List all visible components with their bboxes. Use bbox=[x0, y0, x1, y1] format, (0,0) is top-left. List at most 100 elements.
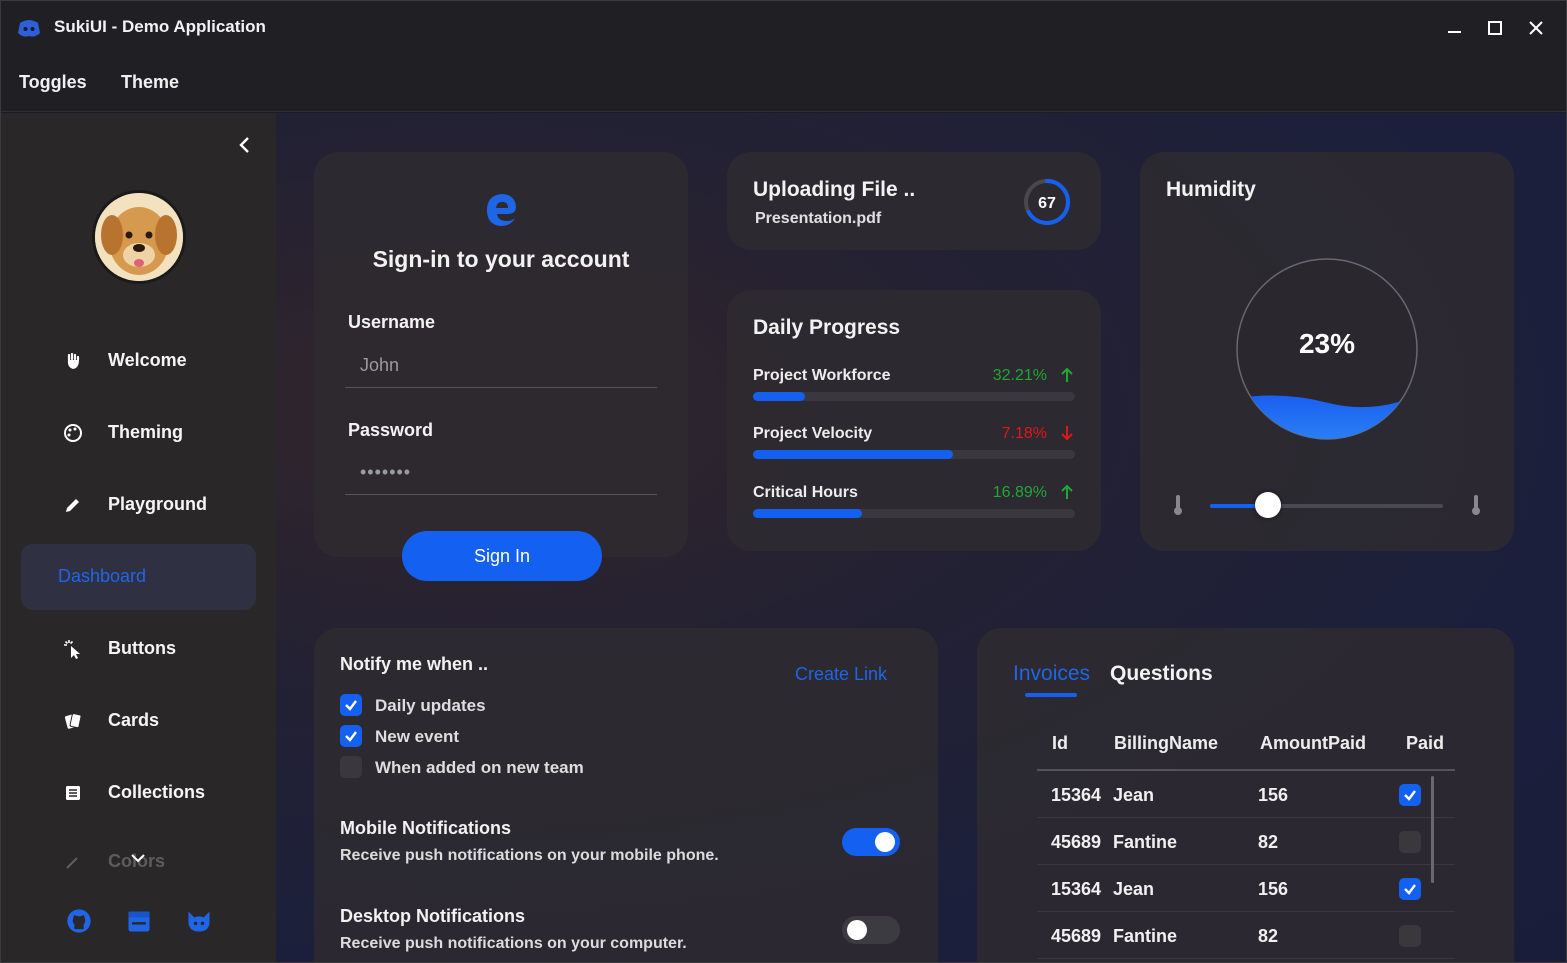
sidebar-item-welcome[interactable]: Welcome bbox=[21, 328, 256, 394]
notify-card: Notify me when .. Create Link Daily upda… bbox=[314, 628, 938, 962]
menu-toggles[interactable]: Toggles bbox=[19, 72, 87, 93]
hand-icon bbox=[67, 352, 80, 369]
upload-progress-value: 67 bbox=[1038, 195, 1056, 212]
cell-amount-paid: 156 bbox=[1258, 879, 1289, 899]
progress-row: Project Workforce 32.21% bbox=[753, 367, 1075, 407]
paid-checkbox[interactable] bbox=[1399, 878, 1421, 900]
progress-value: 32.21% bbox=[992, 367, 1047, 384]
paid-checkbox[interactable] bbox=[1399, 784, 1421, 806]
column-header-amountpaid[interactable]: AmountPaid bbox=[1260, 733, 1366, 754]
paid-checkbox[interactable] bbox=[1399, 831, 1421, 853]
humidity-title: Humidity bbox=[1166, 178, 1256, 201]
checkbox-label: New event bbox=[375, 727, 460, 746]
tab-invoices[interactable]: Invoices bbox=[1013, 662, 1090, 686]
cards-icon bbox=[64, 713, 82, 729]
sidebar-item-collections[interactable]: Collections bbox=[21, 760, 256, 826]
title-bar: SukiUI - Demo Application bbox=[1, 1, 1566, 56]
chevron-left-icon[interactable] bbox=[233, 133, 257, 157]
cell-id: 15364 bbox=[1051, 879, 1102, 899]
table-row[interactable]: 15364 Jean 156 bbox=[1037, 771, 1455, 818]
chevron-down-icon[interactable] bbox=[130, 853, 146, 863]
sidebar-item-dashboard[interactable]: Dashboard bbox=[21, 544, 256, 610]
table-row[interactable]: 45689 Fantine 82 bbox=[1037, 818, 1455, 865]
cell-billing-name: Jean bbox=[1113, 785, 1155, 805]
cell-amount-paid: 156 bbox=[1258, 785, 1289, 805]
password-label: Password bbox=[348, 420, 434, 440]
close-icon bbox=[1529, 21, 1543, 35]
checkbox[interactable] bbox=[340, 756, 362, 778]
progress-fill bbox=[753, 509, 863, 518]
cell-billing-name: Fantine bbox=[1113, 832, 1178, 852]
sidebar: Welcome Theming Playground Dashboard But… bbox=[1, 113, 276, 962]
upload-filename: Presentation.pdf bbox=[755, 210, 882, 227]
progress-track bbox=[753, 392, 1075, 401]
sidebar-item-theming[interactable]: Theming bbox=[21, 400, 256, 466]
palette-icon bbox=[64, 424, 82, 442]
checkbox[interactable] bbox=[340, 694, 362, 716]
progress-track bbox=[753, 450, 1075, 459]
app-logo-icon bbox=[18, 20, 40, 37]
sign-in-button[interactable]: Sign In bbox=[402, 531, 602, 581]
table-row[interactable]: 15364 Jean 156 bbox=[1037, 865, 1455, 912]
invoices-card: Invoices Questions Id BillingName Amount… bbox=[977, 628, 1514, 962]
humidity-slider-track[interactable] bbox=[1210, 504, 1443, 508]
upload-progress-ring: 67 bbox=[1024, 179, 1070, 225]
cell-id: 45689 bbox=[1051, 832, 1102, 852]
progress-value: 7.18% bbox=[1001, 425, 1047, 442]
paid-checkbox[interactable] bbox=[1399, 925, 1421, 947]
pencil-icon bbox=[66, 499, 79, 512]
column-header-paid[interactable]: Paid bbox=[1406, 733, 1444, 754]
table-row[interactable]: 45689 Fantine 82 bbox=[1037, 912, 1455, 959]
maximize-button[interactable] bbox=[1482, 15, 1508, 41]
tab-questions[interactable]: Questions bbox=[1110, 662, 1213, 686]
store-icon[interactable] bbox=[125, 907, 153, 935]
sidebar-item-colors[interactable]: Colors bbox=[21, 829, 256, 869]
toggle-knob bbox=[847, 920, 867, 940]
sidebar-item-buttons[interactable]: Buttons bbox=[21, 616, 256, 682]
arrow-up-icon bbox=[1061, 367, 1073, 382]
checkmark-icon bbox=[1404, 790, 1416, 801]
desktop-notifications-toggle[interactable] bbox=[842, 916, 900, 944]
humidity-slider-thumb[interactable] bbox=[1255, 492, 1282, 518]
checkmark-icon bbox=[1404, 884, 1416, 895]
thermometer-high-icon bbox=[1472, 495, 1480, 515]
cell-amount-paid: 82 bbox=[1258, 926, 1279, 946]
thermometer-low-icon bbox=[1174, 495, 1182, 515]
menu-theme[interactable]: Theme bbox=[121, 72, 179, 93]
username-input[interactable] bbox=[345, 344, 657, 388]
column-header-id[interactable]: Id bbox=[1052, 733, 1068, 754]
dashboard-content: Sign-in to your account Username Passwor… bbox=[276, 113, 1566, 962]
dog-avatar-icon bbox=[95, 193, 183, 281]
sidebar-item-playground[interactable]: Playground bbox=[21, 472, 256, 538]
brush-icon bbox=[66, 857, 78, 869]
sidebar-item-cards[interactable]: Cards bbox=[21, 688, 256, 754]
password-input[interactable] bbox=[345, 451, 657, 495]
create-link[interactable]: Create Link bbox=[795, 664, 887, 685]
cell-amount-paid: 82 bbox=[1258, 832, 1279, 852]
mobile-notifications-toggle[interactable] bbox=[842, 828, 900, 856]
daily-progress-card: Daily Progress Project Workforce 32.21% Pr… bbox=[727, 290, 1101, 551]
progress-fill bbox=[753, 392, 805, 401]
cell-billing-name: Jean bbox=[1113, 879, 1155, 899]
checkbox[interactable] bbox=[340, 725, 362, 747]
maximize-icon bbox=[1488, 21, 1502, 35]
sidebar-item-label: Collections bbox=[108, 782, 206, 802]
humidity-value: 23% bbox=[1298, 328, 1356, 359]
minimize-button[interactable] bbox=[1442, 15, 1468, 41]
column-header-billingname[interactable]: BillingName bbox=[1114, 733, 1218, 754]
close-button[interactable] bbox=[1523, 15, 1549, 41]
table-scrollbar[interactable] bbox=[1431, 776, 1434, 883]
desktop-notifications-desc: Receive push notifications on your compu… bbox=[340, 935, 687, 952]
signin-card: Sign-in to your account Username Passwor… bbox=[314, 152, 688, 557]
humidity-card: Humidity 23% bbox=[1140, 152, 1514, 551]
avatar[interactable] bbox=[92, 190, 186, 284]
progress-value: 16.89% bbox=[992, 484, 1047, 501]
daily-progress-title: Daily Progress bbox=[753, 316, 901, 339]
sidebar-item-label: Playground bbox=[108, 494, 208, 514]
github-icon[interactable] bbox=[65, 907, 93, 935]
sidebar-item-label: Welcome bbox=[108, 350, 187, 370]
cat-icon[interactable] bbox=[185, 907, 213, 935]
window-title: SukiUI - Demo Application bbox=[54, 17, 266, 36]
signin-heading: Sign-in to your account bbox=[372, 246, 630, 272]
upload-card: Uploading File .. Presentation.pdf 67 bbox=[727, 152, 1101, 250]
